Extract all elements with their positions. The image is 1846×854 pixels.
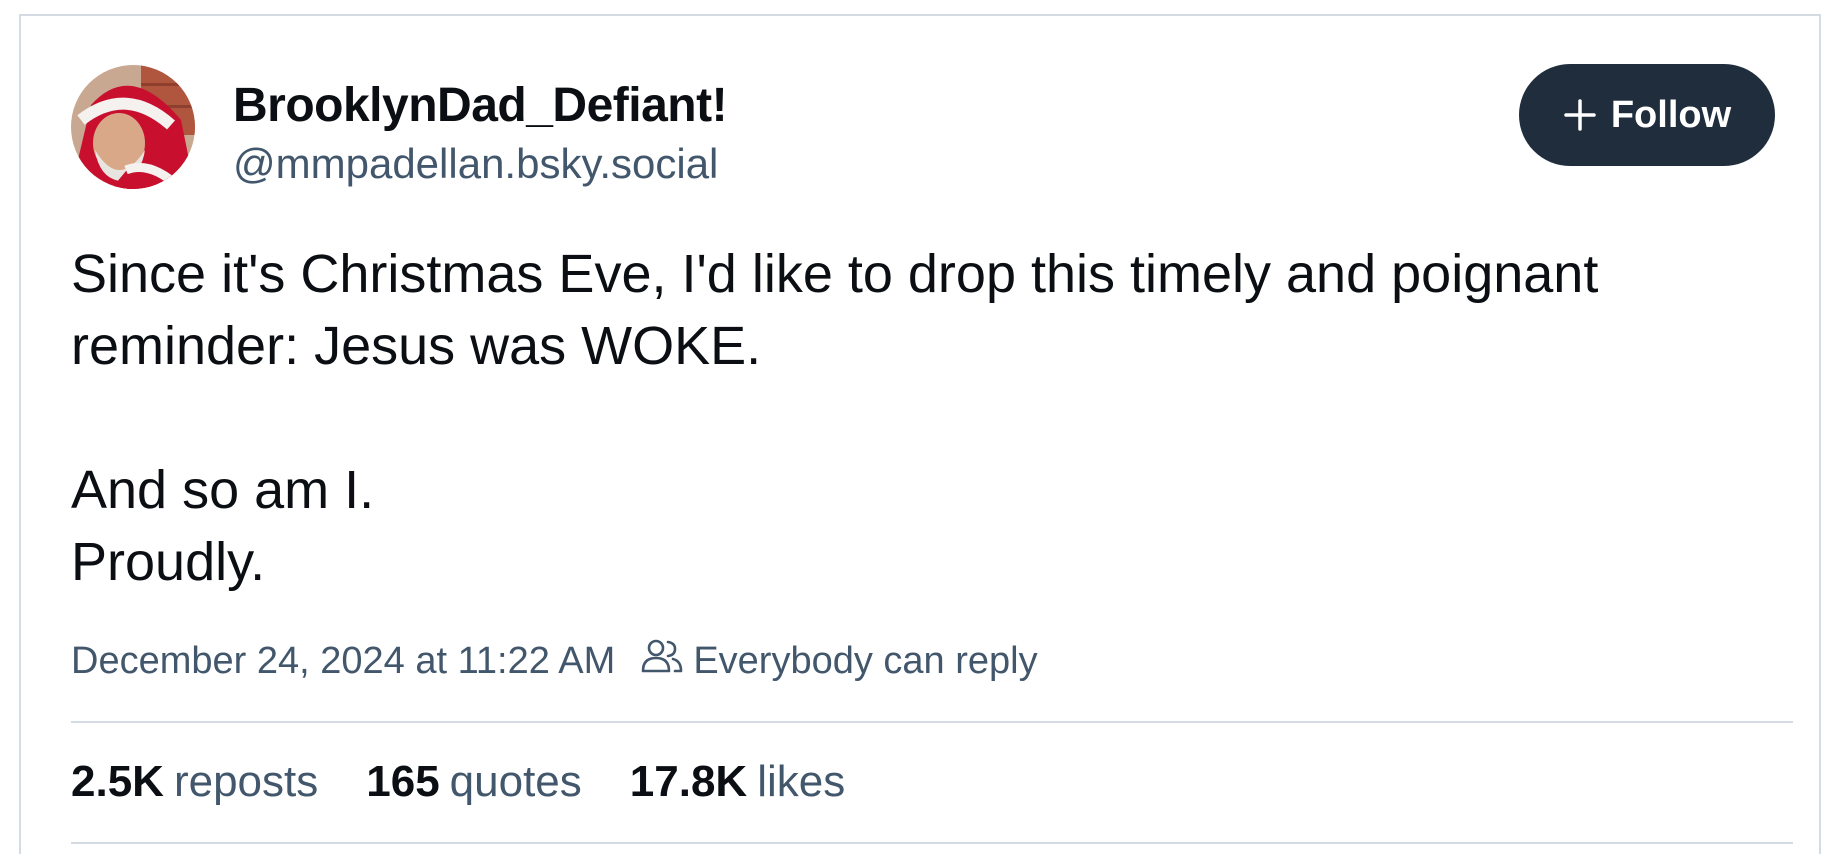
quotes-stat[interactable]: 165 quotes: [366, 757, 582, 807]
divider: [71, 842, 1793, 844]
likes-stat[interactable]: 17.8K likes: [630, 757, 845, 807]
reposts-stat[interactable]: 2.5K reposts: [71, 757, 318, 807]
post-text: Since it's Christmas Eve, I'd like to dr…: [71, 238, 1791, 598]
quotes-count: 165: [366, 757, 440, 806]
post-text-line: Proudly.: [71, 532, 266, 592]
author-handle[interactable]: @mmpadellan.bsky.social: [233, 140, 718, 188]
reply-setting: Everybody can reply: [641, 638, 1038, 684]
avatar[interactable]: [71, 65, 195, 189]
post-text-line: Since it's Christmas Eve, I'd like to dr…: [71, 244, 1599, 304]
divider: [71, 721, 1793, 723]
likes-count: 17.8K: [629, 757, 748, 806]
follow-button-label: Follow: [1610, 93, 1732, 136]
quotes-label: quotes: [449, 757, 582, 806]
post-card: BrooklynDad_Defiant! @mmpadellan.bsky.so…: [19, 14, 1821, 854]
post-stats: 2.5K reposts 165 quotes 17.8K likes: [71, 757, 893, 807]
avatar-image: [71, 65, 195, 189]
reposts-label: reposts: [173, 757, 319, 806]
author-display-name[interactable]: BrooklynDad_Defiant!: [233, 78, 728, 133]
post-text-line: reminder: Jesus was WOKE.: [71, 316, 762, 376]
people-icon: [641, 638, 683, 684]
likes-label: likes: [757, 757, 846, 806]
post-text-line: And so am I.: [71, 460, 375, 520]
post-timestamp[interactable]: December 24, 2024 at 11:22 AM: [71, 640, 615, 683]
post-meta: December 24, 2024 at 11:22 AM Everybody …: [71, 638, 1038, 684]
plus-icon: [1563, 98, 1597, 132]
reply-setting-label: Everybody can reply: [693, 639, 1038, 682]
follow-button[interactable]: Follow: [1519, 64, 1775, 166]
reposts-count: 2.5K: [71, 757, 164, 806]
